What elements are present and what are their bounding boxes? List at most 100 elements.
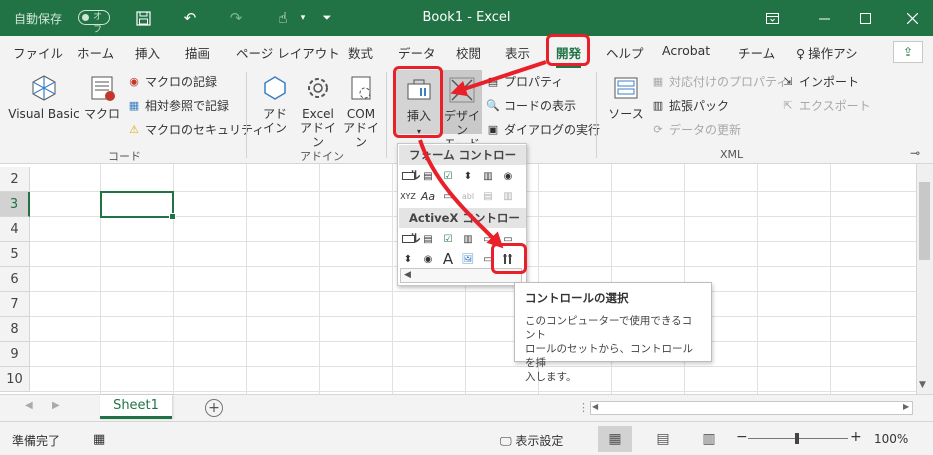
form-controls-header: フォーム コントロール (399, 145, 526, 182)
row-header[interactable]: 5 (0, 242, 30, 267)
combo-dropdown-edit-icon[interactable]: ▥ (500, 188, 516, 204)
activex-combobox-icon[interactable]: ▤ (420, 231, 436, 247)
tab-view[interactable]: 表示 (505, 43, 530, 62)
listbox-control-icon[interactable]: ▥ (480, 168, 496, 184)
maximize-icon[interactable] (853, 6, 877, 30)
addins-button[interactable]: アド イン (256, 72, 294, 135)
scroll-left-icon[interactable]: ◀ (592, 402, 598, 411)
pin-ribbon-icon[interactable]: ⊸ (910, 146, 920, 160)
activex-controls-header: ActiveX コントロール (399, 208, 526, 245)
page-layout-view-button[interactable]: ▤ (646, 426, 680, 452)
annotation-box-more-controls (491, 243, 527, 274)
xml-source-button[interactable]: ソース (606, 72, 646, 121)
page-break-view-button[interactable]: ▥ (692, 426, 726, 452)
zoom-slider-handle[interactable] (795, 433, 799, 444)
macro-security-button[interactable]: ⚠ マクロのセキュリティ (126, 120, 264, 138)
ribbon-display-icon[interactable] (760, 6, 784, 30)
display-settings-button[interactable]: 🖵 表示設定 (500, 432, 563, 449)
activex-option-icon[interactable]: ◉ (420, 251, 436, 267)
textfield-control-icon[interactable]: abl (460, 188, 476, 204)
activex-listbox-icon[interactable]: ▥ (460, 231, 476, 247)
active-cell[interactable] (100, 191, 176, 220)
excel-addins-button[interactable]: Excel アドイン (298, 72, 338, 149)
horizontal-scrollbar[interactable] (590, 401, 913, 415)
scroll-down-icon[interactable]: ▼ (919, 380, 926, 390)
scroll-right-icon[interactable]: ▶ (903, 402, 909, 411)
tab-insert[interactable]: 挿入 (135, 43, 160, 62)
add-sheet-button[interactable]: + (205, 399, 223, 417)
row-header[interactable]: 8 (0, 317, 30, 342)
properties-button[interactable]: ▤ プロパティ (485, 72, 563, 90)
zoom-in-icon[interactable]: + (850, 429, 862, 445)
label-control-icon[interactable]: Aa (420, 188, 436, 204)
group-separator (386, 72, 387, 158)
activex-button-icon[interactable] (400, 231, 416, 247)
close-icon[interactable] (900, 6, 924, 30)
page-layout-icon: ▤ (656, 431, 670, 447)
row-header[interactable]: 6 (0, 267, 30, 292)
row-header[interactable]: 2 (0, 167, 30, 192)
tab-help[interactable]: ヘルプ (606, 43, 644, 62)
accessibility-icon[interactable]: ▦ (93, 432, 105, 447)
com-addins-button[interactable]: COM アドイン (341, 72, 381, 149)
run-dialog-label: ダイアログの実行 (504, 122, 601, 137)
group-box-control-icon[interactable]: XYZ (400, 188, 416, 204)
row-header[interactable]: 9 (0, 342, 30, 367)
activex-image-icon[interactable]: 🖼 (460, 251, 476, 267)
tab-formulas[interactable]: 数式 (348, 43, 373, 62)
tooltip-title: コントロールの選択 (525, 291, 629, 305)
xml-export-button[interactable]: ⇱ エクスポート (780, 96, 870, 114)
vertical-scroll-thumb[interactable] (919, 182, 930, 260)
design-mode-button[interactable]: デザイン モード (442, 70, 482, 151)
view-code-button[interactable]: 🔍 コードの表示 (485, 96, 576, 114)
tab-home[interactable]: ホーム (77, 43, 114, 62)
map-properties-button[interactable]: ▦ 対応付けのプロパティ (650, 72, 788, 90)
row-header[interactable]: 10 (0, 367, 30, 392)
checkbox-control-icon[interactable]: ☑ (440, 168, 456, 184)
minimize-icon[interactable] (812, 6, 836, 30)
row-header[interactable]: 3 (0, 192, 30, 217)
combo-list-edit-icon[interactable]: ▤ (480, 188, 496, 204)
prev-sheet-icon[interactable]: ◀ (25, 400, 33, 411)
macros-button[interactable]: マクロ (84, 72, 120, 121)
option-button-control-icon[interactable]: ◉ (500, 168, 516, 184)
spin-button-control-icon[interactable]: ⬍ (460, 168, 476, 184)
xml-import-button[interactable]: ⇲ インポート (780, 72, 859, 90)
expansion-packs-button[interactable]: ▥ 拡張パック (650, 96, 729, 114)
activex-checkbox-icon[interactable]: ☑ (440, 231, 456, 247)
record-macro-button[interactable]: ◉ マクロの記録 (126, 72, 217, 90)
tell-me-search[interactable]: ♀ 操作アシ (796, 43, 858, 62)
normal-view-button[interactable]: ▦ (598, 426, 632, 452)
relative-reference-button[interactable]: ▦ 相対参照で記録 (126, 96, 229, 114)
excel-addins-label-line1: Excel (302, 107, 334, 121)
status-bar: 準備完了 ▦ 🖵 表示設定 ▦ ▤ ▥ − + 100% (0, 421, 933, 455)
refresh-data-button[interactable]: ⟳ データの更新 (650, 120, 741, 138)
combobox-control-icon[interactable]: ▤ (420, 168, 436, 184)
more-options-icon[interactable]: ⋮ (578, 401, 589, 414)
tab-data[interactable]: データ (398, 43, 436, 62)
tab-review[interactable]: 校閲 (456, 43, 481, 62)
zoom-out-icon[interactable]: − (736, 429, 748, 445)
tab-page-layout[interactable]: ページ レイアウト (236, 43, 340, 62)
display-settings-label: 表示設定 (515, 434, 564, 448)
tab-team[interactable]: チーム (738, 43, 775, 62)
row-header[interactable]: 7 (0, 292, 30, 317)
com-addins-label-line2: アドイン (342, 121, 379, 149)
refresh-icon: ⟳ (653, 122, 663, 136)
activex-spin-icon[interactable]: ⬍ (400, 251, 416, 267)
next-sheet-icon[interactable]: ▶ (52, 400, 60, 411)
sheet-tab-sheet1[interactable]: Sheet1 (100, 395, 172, 419)
button-control-icon[interactable] (400, 168, 416, 184)
activex-label-icon[interactable]: A (440, 250, 456, 268)
scrollbar-control-icon[interactable]: ▭ (440, 188, 456, 204)
map-properties-label: 対応付けのプロパティ (669, 74, 789, 89)
visual-basic-button[interactable]: Visual Basic (8, 72, 80, 121)
run-dialog-button[interactable]: ▣ ダイアログの実行 (485, 120, 600, 138)
xml-source-label: ソース (608, 107, 644, 121)
tab-acrobat[interactable]: Acrobat (662, 43, 710, 58)
tab-draw[interactable]: 描画 (185, 43, 210, 62)
tab-file[interactable]: ファイル (13, 43, 63, 62)
row-header[interactable]: 4 (0, 217, 30, 242)
zoom-level[interactable]: 100% (874, 432, 908, 446)
share-button[interactable]: ⇪ (893, 41, 923, 63)
